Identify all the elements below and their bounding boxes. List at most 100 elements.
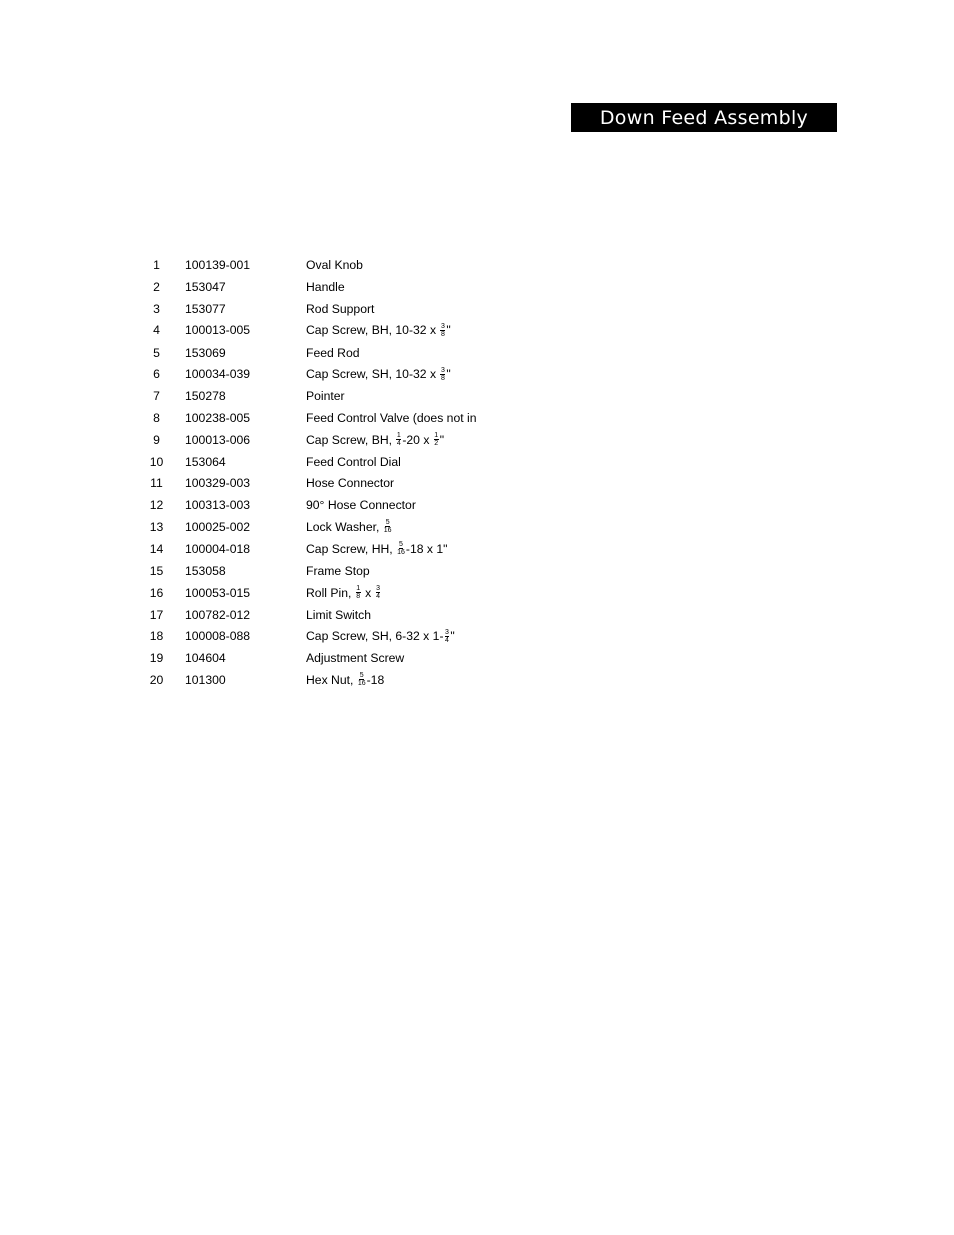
part-description: Roll Pin, 18 x 34 xyxy=(306,583,381,603)
part-number: 153058 xyxy=(185,563,226,578)
fraction-numerator: 5 xyxy=(359,672,365,681)
description-text: Limit Switch xyxy=(306,607,372,622)
description-text: Cap Screw, BH, xyxy=(306,432,396,447)
part-number: 100782-012 xyxy=(185,607,251,622)
item-number: 18 xyxy=(149,629,164,644)
item-number: 11 xyxy=(150,476,163,491)
part-number: 100329-003 xyxy=(185,476,251,491)
fraction: 34 xyxy=(375,585,381,600)
part-number: 153077 xyxy=(185,301,226,316)
part-description: 90° Hose Connector xyxy=(306,495,416,515)
part-description: Lock Washer, 5 16 xyxy=(306,517,393,537)
part-number: 104604 xyxy=(185,651,226,666)
item-number: 15 xyxy=(149,563,164,578)
part-description: Hex Nut, 5 16 -18 xyxy=(306,670,384,690)
description-text: -18 x 1" xyxy=(405,542,448,556)
part-number: 100013-006 xyxy=(185,432,251,447)
part-description: Pointer xyxy=(306,386,345,406)
description-text: Cap Screw, SH, 6-32 x 1- xyxy=(306,629,444,644)
part-description: Cap Screw, HH, 5 16 -18 x 1" xyxy=(306,539,447,559)
description-text: Hose Connector xyxy=(306,476,395,491)
part-description: Limit Switch xyxy=(306,605,371,625)
fraction: 38 xyxy=(440,366,446,382)
description-text: Frame Stop xyxy=(306,563,370,578)
fraction-numerator: 3 xyxy=(440,322,446,331)
fraction: 5 16 xyxy=(358,672,366,687)
item-number: 10 xyxy=(149,454,164,469)
part-description: Feed Rod xyxy=(306,343,360,363)
part-number: 100004-018 xyxy=(185,542,251,556)
item-number: 1 xyxy=(153,258,160,272)
part-description: Frame Stop xyxy=(306,561,370,581)
part-description: Feed Control Dial xyxy=(306,452,401,472)
fraction-numerator: 3 xyxy=(440,366,446,375)
part-number: 100053-015 xyxy=(185,585,251,600)
part-number: 100139-001 xyxy=(185,258,251,272)
fraction-numerator: 5 xyxy=(385,519,391,528)
section-title-banner: Down Feed Assembly xyxy=(571,103,837,132)
fraction-denominator: 2 xyxy=(434,439,439,447)
part-description: Handle xyxy=(306,277,345,297)
item-number: 13 xyxy=(149,520,164,534)
fraction-denominator: 16 xyxy=(397,549,405,557)
description-text: Rod Support xyxy=(306,301,375,316)
description-text: Pointer xyxy=(306,389,345,404)
fraction-denominator: 16 xyxy=(357,680,366,688)
fraction: 34 xyxy=(444,628,450,644)
part-description: Feed Control Valve (does not in xyxy=(306,408,477,428)
description-text: x xyxy=(361,585,375,600)
description-text: Cap Screw, BH, 10-32 x xyxy=(306,323,440,338)
description-text: Feed Control Dial xyxy=(306,454,401,469)
description-text: Adjustment Screw xyxy=(306,651,405,666)
fraction: 12 xyxy=(433,431,439,447)
part-description: Oval Knob xyxy=(306,255,363,275)
part-description: Hose Connector xyxy=(306,473,394,493)
description-text: " xyxy=(450,629,455,644)
description-text: -20 x xyxy=(402,432,433,447)
item-number: 4 xyxy=(153,323,160,338)
part-number: 150278 xyxy=(185,389,226,404)
description-text: Oval Knob xyxy=(306,258,363,272)
description-text: 90° Hose Connector xyxy=(306,498,416,513)
fraction-numerator: 3 xyxy=(444,628,450,637)
item-number: 14 xyxy=(149,542,164,556)
fraction-denominator: 16 xyxy=(383,527,392,535)
item-number: 2 xyxy=(153,279,160,294)
fraction: 18 xyxy=(355,584,361,600)
description-text: " xyxy=(439,432,445,447)
part-description: Cap Screw, BH, 1 4 -20 x 1 2 " xyxy=(306,430,444,450)
fraction-numerator: 1 xyxy=(396,431,402,440)
fraction-denominator: 4 xyxy=(445,636,449,644)
fraction-denominator: 8 xyxy=(356,592,361,600)
fraction-numerator: 1 xyxy=(355,584,361,593)
part-number: 153047 xyxy=(185,279,226,294)
item-number: 16 xyxy=(149,585,164,600)
fraction-numerator: 1 xyxy=(433,431,439,440)
fraction-denominator: 4 xyxy=(396,439,401,447)
item-number: 17 xyxy=(149,607,164,622)
part-number: 153069 xyxy=(185,345,226,360)
part-description: Cap Screw, SH, 10-32 x 3 8 " xyxy=(306,364,451,384)
fraction-denominator: 8 xyxy=(440,374,445,382)
fraction: 14 xyxy=(396,431,402,447)
fraction-numerator: 5 xyxy=(398,541,404,550)
item-number: 6 xyxy=(153,367,160,382)
description-text: " xyxy=(446,323,451,338)
part-description: Cap Screw, BH, 10-32 x 3 8 " xyxy=(306,320,451,340)
fraction-denominator: 8 xyxy=(440,330,445,338)
description-text: Cap Screw, HH, xyxy=(306,542,397,556)
part-number: 100034-039 xyxy=(185,367,251,382)
part-number: 100008-088 xyxy=(185,629,251,644)
fraction: 38 xyxy=(440,322,446,338)
item-number: 12 xyxy=(149,498,164,513)
item-number: 5 xyxy=(153,345,160,360)
description-text: Feed Rod xyxy=(306,345,360,360)
item-number: 8 xyxy=(153,410,160,425)
description-text: Roll Pin, xyxy=(306,585,355,600)
part-description: Adjustment Screw xyxy=(306,648,404,668)
section-title: Down Feed Assembly xyxy=(599,106,809,129)
part-number: 153064 xyxy=(185,454,226,469)
part-number: 101300 xyxy=(185,672,226,687)
part-number: 100313-003 xyxy=(185,498,251,513)
fraction: 5 16 xyxy=(384,519,392,534)
